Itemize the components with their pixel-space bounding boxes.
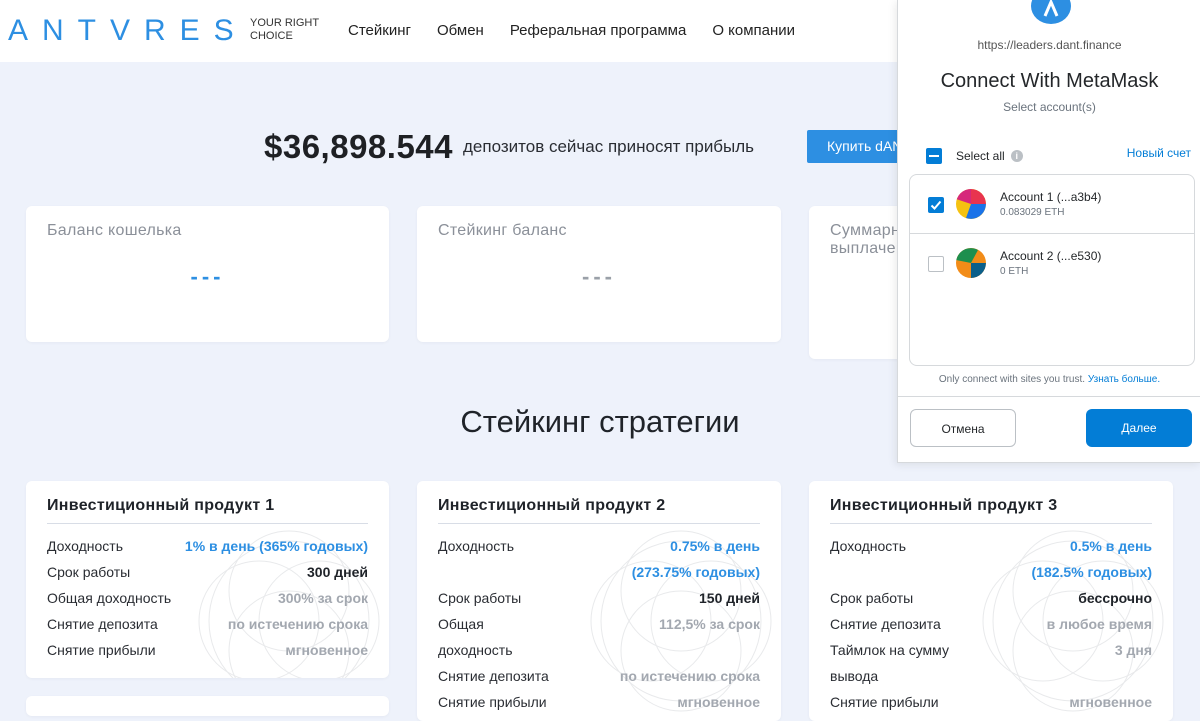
site-favicon-icon bbox=[1031, 0, 1071, 24]
account-name: Account 1 (...a3b4) bbox=[1000, 190, 1102, 204]
staking-balance-value: --- bbox=[582, 264, 616, 289]
cancel-button[interactable]: Отмена bbox=[910, 409, 1016, 447]
row-value: в любое время bbox=[1046, 616, 1152, 632]
product-title: Инвестиционный продукт 3 bbox=[830, 497, 1058, 514]
row-value: по истечению срока bbox=[227, 616, 368, 632]
product-card-1: Инвестиционный продукт 1 Доходность 1% в … bbox=[26, 481, 389, 678]
row-value: мгновенное bbox=[1069, 694, 1152, 710]
account-avatar-icon bbox=[956, 248, 986, 278]
product-card-2: Инвестиционный продукт 2 Доходность 0.75%… bbox=[417, 481, 781, 721]
account-avatar-icon bbox=[956, 189, 986, 219]
account-balance: 0 ETH bbox=[1000, 266, 1029, 277]
row-label: Таймлок на сумму bbox=[830, 642, 949, 658]
product-title: Инвестиционный продукт 1 bbox=[47, 497, 275, 514]
account-item[interactable]: Account 1 (...a3b4) 0.083029 ETH bbox=[910, 175, 1194, 233]
select-all-checkbox[interactable] bbox=[926, 148, 942, 164]
nav-staking[interactable]: Стейкинг bbox=[348, 22, 411, 39]
divider bbox=[898, 396, 1200, 397]
divider bbox=[438, 523, 760, 524]
metamask-connect-dialog: https://leaders.dant.finance Connect Wit… bbox=[897, 0, 1200, 463]
row-value: 112,5% за срок bbox=[659, 616, 760, 632]
main-nav: Стейкинг Обмен Реферальная программа О к… bbox=[348, 22, 795, 39]
account-checkbox-checked[interactable] bbox=[928, 197, 944, 213]
row-label: Доходность bbox=[438, 538, 514, 554]
row-value: (273.75% годовых) bbox=[631, 564, 760, 580]
info-icon[interactable]: i bbox=[1010, 150, 1023, 162]
divider bbox=[830, 523, 1152, 524]
row-value: 300 дней bbox=[307, 564, 368, 580]
account-checkbox-unchecked[interactable] bbox=[928, 256, 944, 272]
row-value: 3 дня bbox=[1114, 642, 1152, 658]
next-button[interactable]: Далее bbox=[1086, 409, 1192, 447]
dialog-subtitle: Select account(s) bbox=[1003, 100, 1096, 114]
row-label: доходность bbox=[438, 642, 513, 658]
nav-referral[interactable]: Реферальная программа bbox=[510, 22, 686, 39]
divider bbox=[47, 523, 368, 524]
row-label: Срок работы bbox=[830, 590, 914, 606]
row-value: бессрочно bbox=[1078, 590, 1152, 606]
row-label: Общая доходность bbox=[47, 590, 172, 606]
product-card-4 bbox=[26, 696, 389, 716]
row-value: 0.5% в день bbox=[1069, 538, 1152, 554]
staking-balance-card: Стейкинг баланс --- bbox=[417, 206, 781, 342]
product-card-3: Инвестиционный продукт 3 Доходность 0.5% … bbox=[809, 481, 1173, 721]
site-logo[interactable]: ANTVRES bbox=[8, 14, 248, 48]
new-account-link[interactable]: Новый счет bbox=[1127, 146, 1191, 160]
trust-notice-text: Only connect with sites you trust. bbox=[938, 374, 1086, 385]
row-label: Доходность bbox=[47, 538, 123, 554]
row-value: мгновенное bbox=[677, 694, 760, 710]
row-value: по истечению срока bbox=[619, 668, 760, 684]
wallet-balance-title: Баланс кошелька bbox=[47, 222, 182, 239]
wallet-balance-value: --- bbox=[190, 264, 225, 289]
total-paid-title: Суммарно выплачено bbox=[830, 222, 900, 257]
row-label: Доходность bbox=[830, 538, 906, 554]
select-all-row: Select all i bbox=[926, 148, 1023, 164]
deposits-amount: $36,898.544 bbox=[264, 128, 454, 165]
row-value: (182.5% годовых) bbox=[1031, 564, 1153, 580]
deposits-text: депозитов сейчас приносят прибыль bbox=[463, 137, 755, 156]
row-label: Снятие прибыли bbox=[47, 642, 156, 658]
account-list: Account 1 (...a3b4) 0.083029 ETH Account… bbox=[909, 174, 1195, 366]
row-label: Снятие депозита bbox=[438, 668, 549, 684]
nav-exchange[interactable]: Обмен bbox=[437, 22, 484, 39]
row-label: Общая bbox=[438, 616, 484, 632]
account-name: Account 2 (...e530) bbox=[1000, 249, 1102, 263]
dialog-title: Connect With MetaMask bbox=[940, 70, 1159, 92]
row-label: Снятие прибыли bbox=[830, 694, 939, 710]
row-label: Снятие депозита bbox=[47, 616, 158, 632]
row-value: 0.75% в день bbox=[670, 538, 760, 554]
site-url: https://leaders.dant.finance bbox=[977, 38, 1122, 52]
select-all-label: Select all bbox=[956, 149, 1005, 163]
product-title: Инвестиционный продукт 2 bbox=[438, 497, 666, 514]
account-balance: 0.083029 ETH bbox=[1000, 207, 1065, 218]
row-label: Срок работы bbox=[438, 590, 522, 606]
row-value: мгновенное bbox=[285, 642, 368, 658]
deposits-summary: $36,898.544 депозитов сейчас приносят пр… bbox=[264, 128, 754, 166]
staking-balance-title: Стейкинг баланс bbox=[438, 222, 567, 239]
account-item[interactable]: Account 2 (...e530) 0 ETH bbox=[910, 233, 1194, 292]
logo-tagline: YOUR RIGHT CHOICE bbox=[250, 17, 319, 42]
nav-about[interactable]: О компании bbox=[712, 22, 795, 39]
row-value: 300% за срок bbox=[277, 590, 368, 606]
row-label: Снятие прибыли bbox=[438, 694, 547, 710]
learn-more-link[interactable]: Узнать больше. bbox=[1088, 374, 1160, 385]
row-label: Снятие депозита bbox=[830, 616, 941, 632]
row-value: 1% в день (365% годовых) bbox=[184, 538, 368, 554]
row-label: вывода bbox=[830, 668, 879, 684]
wallet-balance-card: Баланс кошелька --- bbox=[26, 206, 389, 342]
row-label: Срок работы bbox=[47, 564, 131, 580]
trust-notice: Only connect with sites you trust. Узнат… bbox=[898, 374, 1200, 385]
row-value: 150 дней bbox=[699, 590, 760, 606]
